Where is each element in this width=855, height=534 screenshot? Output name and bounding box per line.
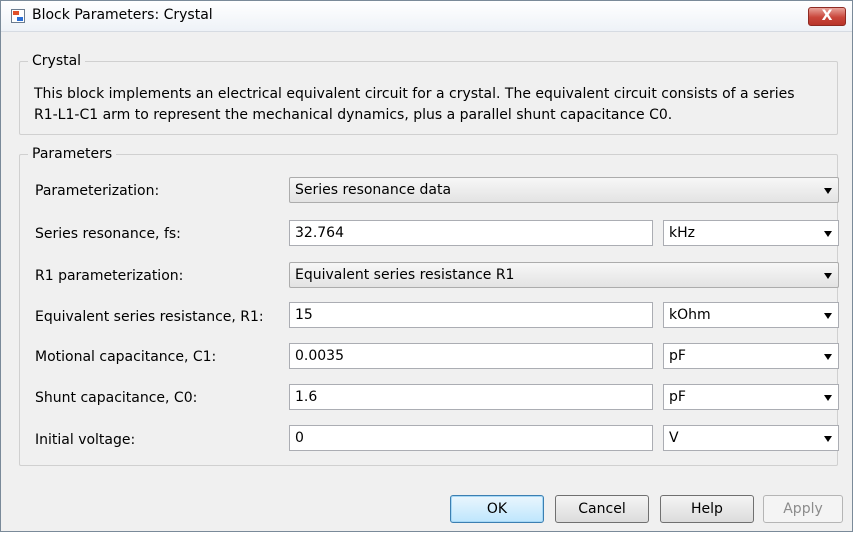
help-button[interactable]: Help	[660, 495, 754, 523]
series-resonance-field[interactable]: 32.764	[289, 220, 653, 246]
initial-voltage-unit: V	[669, 430, 679, 446]
r1-parameterization-dropdown[interactable]: Equivalent series resistance R1	[289, 262, 839, 288]
shunt-capacitance-value: 1.6	[295, 389, 318, 405]
motional-capacitance-label: Motional capacitance, C1:	[35, 349, 217, 365]
chevron-down-icon	[824, 395, 832, 401]
shunt-capacitance-label: Shunt capacitance, C0:	[35, 390, 198, 406]
window-title: Block Parameters: Crystal	[32, 7, 213, 23]
shunt-capacitance-unit: pF	[669, 389, 686, 405]
dialog-window: Block Parameters: Crystal X Crystal This…	[0, 0, 853, 532]
initial-voltage-value: 0	[295, 430, 304, 446]
initial-voltage-field[interactable]: 0	[289, 425, 653, 451]
series-resonance-value: 32.764	[295, 225, 344, 241]
motional-capacitance-field[interactable]: 0.0035	[289, 343, 653, 369]
ok-button[interactable]: OK	[450, 495, 544, 523]
series-resonance-label: Series resonance, fs:	[35, 226, 181, 242]
close-button[interactable]: X	[808, 7, 846, 26]
esr-r1-unit: kOhm	[669, 307, 711, 323]
shunt-capacitance-unit-dropdown[interactable]: pF	[663, 384, 839, 410]
shunt-capacitance-field[interactable]: 1.6	[289, 384, 653, 410]
simulink-block-icon	[11, 9, 25, 23]
parameterization-value: Series resonance data	[295, 182, 452, 198]
description-line-1: This block implements an electrical equi…	[34, 86, 795, 102]
initial-voltage-unit-dropdown[interactable]: V	[663, 425, 839, 451]
parameters-group-label: Parameters	[28, 145, 117, 163]
r1-parameterization-label: R1 parameterization:	[35, 268, 184, 284]
description-line-2: R1-L1-C1 arm to represent the mechanical…	[34, 107, 673, 123]
chevron-down-icon	[824, 354, 832, 360]
esr-r1-unit-dropdown[interactable]: kOhm	[663, 302, 839, 328]
r1-parameterization-value: Equivalent series resistance R1	[295, 267, 515, 283]
esr-r1-field[interactable]: 15	[289, 302, 653, 328]
motional-capacitance-value: 0.0035	[295, 348, 344, 364]
series-resonance-unit: kHz	[669, 225, 695, 241]
parameterization-label: Parameterization:	[35, 183, 160, 199]
description-group-label: Crystal	[28, 52, 86, 70]
chevron-down-icon	[824, 188, 832, 194]
apply-button[interactable]: Apply	[763, 495, 843, 523]
chevron-down-icon	[824, 231, 832, 237]
cancel-button[interactable]: Cancel	[555, 495, 649, 523]
block-description: This block implements an electrical equi…	[34, 84, 827, 126]
chevron-down-icon	[824, 313, 832, 319]
close-icon: X	[821, 8, 833, 24]
chevron-down-icon	[824, 273, 832, 279]
parameterization-dropdown[interactable]: Series resonance data	[289, 177, 839, 203]
title-bar[interactable]: Block Parameters: Crystal X	[1, 1, 852, 32]
motional-capacitance-unit: pF	[669, 348, 686, 364]
initial-voltage-label: Initial voltage:	[35, 432, 136, 448]
esr-r1-label: Equivalent series resistance, R1:	[35, 309, 264, 325]
series-resonance-unit-dropdown[interactable]: kHz	[663, 220, 839, 246]
esr-r1-value: 15	[295, 307, 313, 323]
chevron-down-icon	[824, 436, 832, 442]
motional-capacitance-unit-dropdown[interactable]: pF	[663, 343, 839, 369]
description-group: Crystal This block implements an electri…	[19, 52, 838, 135]
